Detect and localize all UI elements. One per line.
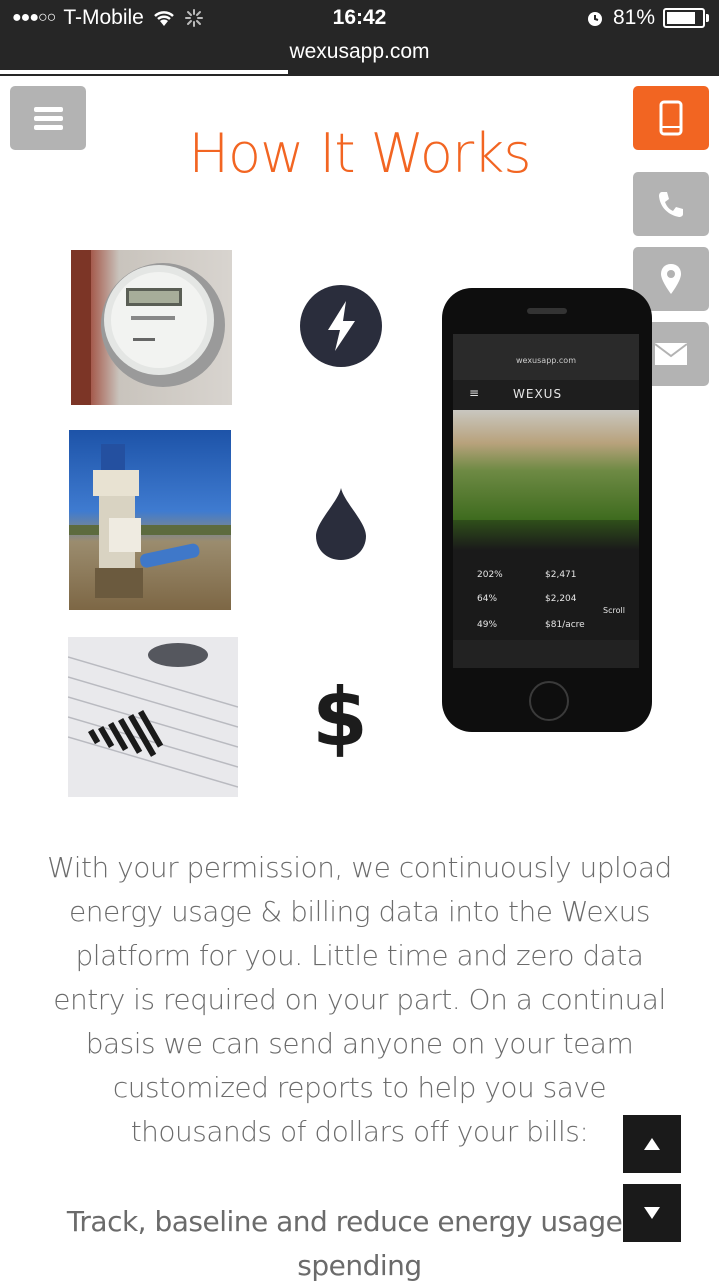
phone-icon	[659, 192, 683, 217]
phone-row-0-change: 202%	[477, 570, 503, 580]
electric-meter-photo	[71, 250, 232, 405]
phone-row-1-amount: $2,204	[545, 594, 577, 604]
arrow-down-icon	[644, 1207, 660, 1219]
scroll-up-button[interactable]	[623, 1115, 681, 1173]
phone-scroll-label: Scroll	[603, 606, 625, 615]
page-title: How It Works	[188, 122, 531, 185]
dollar-icon: $	[312, 671, 368, 764]
envelope-icon	[654, 343, 688, 365]
battery-icon	[663, 8, 709, 28]
arrow-up-icon	[644, 1138, 660, 1150]
alarm-icon	[587, 12, 602, 26]
scroll-down-button[interactable]	[623, 1184, 681, 1242]
phone-brand: WEXUS	[513, 387, 563, 401]
phone-url: wexusapp.com	[516, 356, 576, 365]
billing-report-photo	[68, 637, 238, 797]
page-load-progress	[0, 70, 288, 74]
list-item: Track, baseline and reduce energy usage …	[66, 1205, 653, 1282]
phone-toolbar	[453, 640, 639, 668]
farm-field-image	[453, 410, 639, 520]
lightning-icon	[300, 285, 382, 367]
phone-row-2-change: 49%	[477, 620, 498, 630]
phone-row-0-amount: $2,471	[545, 570, 577, 580]
phone-screen: wexusapp.com ≡ WEXUS 202% $2,471 64% $2,…	[453, 334, 639, 668]
intro-paragraph: With your permission, we continuously up…	[47, 851, 672, 1148]
phone-menu-icon: ≡	[469, 386, 480, 400]
hamburger-icon	[34, 107, 63, 112]
map-pin-icon	[661, 264, 681, 294]
status-bar: ●●●○○ T-Mobile 16:42 81% wexusapp.com	[0, 0, 719, 76]
phone-row-1-change: 64%	[477, 594, 498, 604]
phone-row-2-amount: $81/acre	[545, 620, 585, 630]
phone-speaker	[527, 308, 567, 314]
water-drop-icon	[316, 488, 366, 560]
home-button	[529, 681, 569, 721]
address-bar-url[interactable]: wexusapp.com	[0, 40, 719, 64]
water-pump-photo	[69, 430, 231, 610]
battery-percent: 81%	[612, 6, 655, 29]
